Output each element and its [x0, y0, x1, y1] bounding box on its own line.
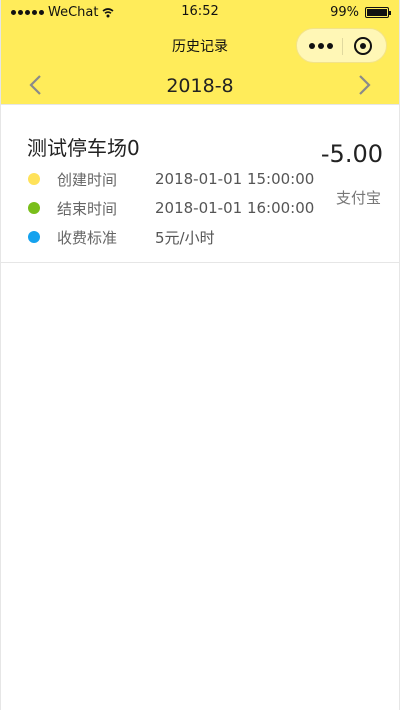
detail-value: 2018-01-01 16:00:00	[155, 199, 315, 217]
battery-icon	[365, 7, 391, 18]
bullet-icon	[28, 173, 40, 185]
capsule-divider	[342, 38, 343, 55]
month-selector: 2018-8	[1, 66, 399, 104]
battery-percent: 99%	[330, 5, 359, 20]
record-amount: -5.00	[320, 140, 383, 168]
detail-label: 创建时间	[57, 170, 118, 189]
chevron-right-icon[interactable]	[351, 73, 375, 97]
bullet-icon	[28, 231, 40, 243]
detail-label: 结束时间	[57, 199, 118, 218]
detail-value: 2018-01-01 15:00:00	[155, 170, 315, 188]
bullet-icon	[28, 202, 40, 214]
detail-row-created: 创建时间 2018-01-01 15:00:00	[28, 168, 314, 190]
detail-value: 5元/小时	[155, 228, 215, 247]
status-bar: WeChat 16:52 99%	[1, 0, 399, 26]
detail-row-rate: 收费标准 5元/小时	[28, 226, 215, 248]
current-month: 2018-8	[166, 75, 234, 97]
history-record[interactable]: 测试停车场0 -5.00 支付宝 创建时间 2018-01-01 15:00:0…	[1, 105, 399, 262]
record-divider	[1, 262, 399, 263]
parking-lot-name: 测试停车场0	[27, 136, 140, 160]
detail-row-ended: 结束时间 2018-01-01 16:00:00	[28, 197, 314, 219]
miniprogram-capsule	[296, 28, 387, 63]
more-dots-icon[interactable]	[309, 39, 333, 53]
detail-label: 收费标准	[57, 228, 118, 247]
payment-method: 支付宝	[335, 189, 381, 207]
target-circle-icon[interactable]	[354, 37, 372, 55]
status-right: 99%	[330, 5, 391, 20]
header: WeChat 16:52 99% 历史记录 2018-8	[1, 0, 399, 104]
